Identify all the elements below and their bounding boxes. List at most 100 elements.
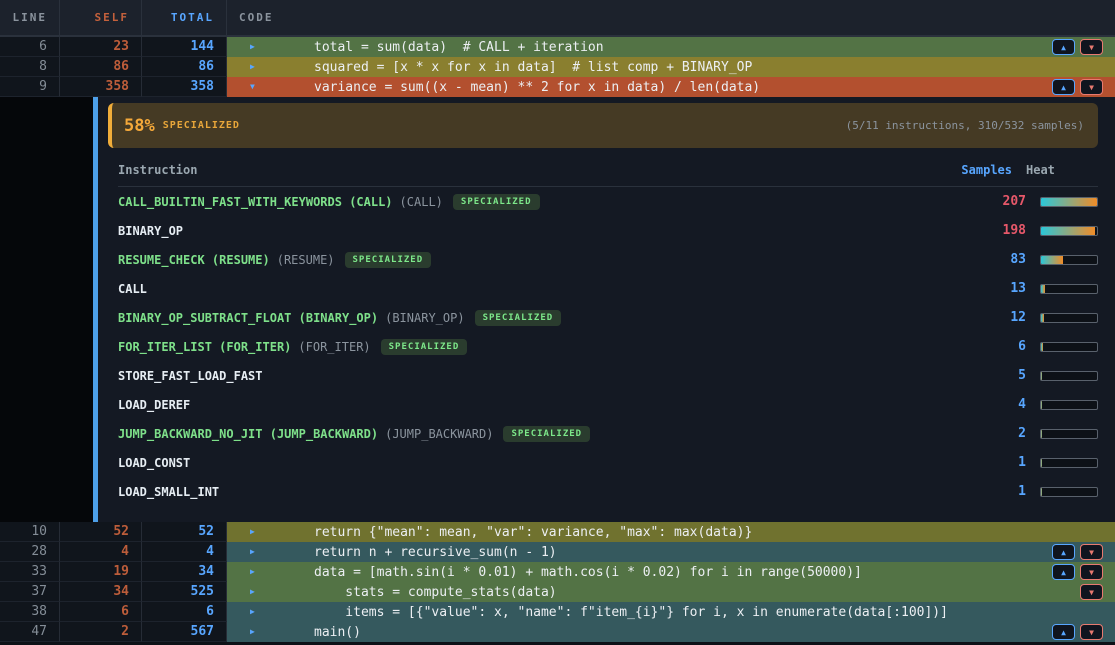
- column-header-line[interactable]: LINE: [0, 0, 60, 35]
- line-number: 6: [0, 37, 60, 57]
- instruction-row: CALL_BUILTIN_FAST_WITH_KEYWORDS (CALL)(C…: [118, 187, 1098, 216]
- jump-down-button[interactable]: ▼: [1080, 624, 1103, 640]
- self-samples: 34: [60, 582, 142, 602]
- line-number: 47: [0, 622, 60, 642]
- column-header-self[interactable]: SELF: [60, 0, 142, 35]
- code-text: total = sum(data) # CALL + iteration: [314, 40, 604, 55]
- code-rows-bottom: 105252▶return {"mean": mean, "var": vari…: [0, 522, 1115, 642]
- instruction-name: CALL: [118, 282, 956, 296]
- instruction-base-ref: (RESUME): [277, 253, 335, 267]
- heat-bar-fill: [1041, 314, 1044, 322]
- code-line-row: 3866▶ items = [{"value": x, "name": f"it…: [0, 602, 1115, 622]
- code-text: variance = sum((x - mean) ** 2 for x in …: [314, 80, 760, 95]
- specialized-percent: 58%: [124, 116, 155, 136]
- heat-bar: [1040, 487, 1098, 497]
- instruction-opname: CALL: [118, 282, 147, 296]
- jump-down-button[interactable]: ▼: [1080, 584, 1103, 600]
- instruction-opname: STORE_FAST_LOAD_FAST: [118, 369, 263, 383]
- total-samples: 525: [142, 582, 227, 602]
- instruction-samples: 2: [956, 426, 1026, 441]
- instruction-name: LOAD_CONST: [118, 456, 956, 470]
- instruction-base-ref: (BINARY_OP): [385, 311, 464, 325]
- instruction-name: FOR_ITER_LIST (FOR_ITER)(FOR_ITER)SPECIA…: [118, 339, 956, 355]
- expand-expander-icon[interactable]: ▶: [250, 57, 262, 77]
- code-cell: ▼ variance = sum((x - mean) ** 2 for x in…: [227, 77, 1115, 97]
- instruction-row: LOAD_SMALL_INT 1: [118, 477, 1098, 506]
- expand-expander-icon[interactable]: ▶: [250, 622, 262, 642]
- instruction-name: LOAD_SMALL_INT: [118, 485, 956, 499]
- row-nav-buttons: ▲▼: [1052, 624, 1103, 640]
- code-text: items = [{"value": x, "name": f"item_{i}…: [314, 605, 948, 620]
- line-number: 10: [0, 522, 60, 542]
- instruction-samples: 5: [956, 368, 1026, 383]
- line-number: 9: [0, 77, 60, 97]
- self-samples: 358: [60, 77, 142, 97]
- expand-expander-icon[interactable]: ▶: [250, 37, 262, 57]
- jump-up-button[interactable]: ▲: [1052, 564, 1075, 580]
- instruction-base-ref: (FOR_ITER): [298, 340, 370, 354]
- instruction-row: BINARY_OP 198: [118, 216, 1098, 245]
- expand-expander-icon[interactable]: ▶: [250, 582, 262, 602]
- code-line-row: 623144▶total = sum(data) # CALL + iterat…: [0, 37, 1115, 57]
- code-cell: ▶return {"mean": mean, "var": variance, …: [227, 522, 1115, 542]
- code-line-row: 88686▶squared = [x * x for x in data] # …: [0, 57, 1115, 77]
- jump-down-button[interactable]: ▼: [1080, 544, 1103, 560]
- row-nav-buttons: ▲▼: [1052, 564, 1103, 580]
- heat-bar: [1040, 400, 1098, 410]
- heat-bar: [1040, 226, 1098, 236]
- heat-bar-fill: [1041, 227, 1095, 235]
- specialized-badge: SPECIALIZED: [503, 426, 590, 442]
- jump-up-button[interactable]: ▲: [1052, 544, 1075, 560]
- code-line-row: 2844▶return n + recursive_sum(n - 1)▲▼: [0, 542, 1115, 562]
- instruction-table-header: Instruction Samples Heat: [118, 153, 1098, 187]
- instruction-name: CALL_BUILTIN_FAST_WITH_KEYWORDS (CALL)(C…: [118, 194, 956, 210]
- heat-bar-fill: [1041, 430, 1042, 438]
- row-nav-buttons: ▲▼: [1052, 544, 1103, 560]
- code-cell: ▶squared = [x * x for x in data] # list …: [227, 57, 1115, 77]
- code-cell: ▶ data = [math.sin(i * 0.01) + math.cos(i…: [227, 562, 1115, 582]
- line-number: 28: [0, 542, 60, 562]
- instruction-samples: 198: [956, 223, 1026, 238]
- code-cell: ▶main()▲▼: [227, 622, 1115, 642]
- instruction-opname: BINARY_OP: [118, 224, 183, 238]
- self-samples: 86: [60, 57, 142, 77]
- expand-expander-icon[interactable]: ▶: [250, 542, 262, 562]
- heat-bar: [1040, 458, 1098, 468]
- column-header-total[interactable]: TOTAL: [142, 0, 227, 35]
- expand-expander-icon[interactable]: ▶: [250, 602, 262, 622]
- specialized-badge: SPECIALIZED: [475, 310, 562, 326]
- instruction-row: CALL13: [118, 274, 1098, 303]
- code-text: stats = compute_stats(data): [314, 585, 557, 600]
- jump-down-button[interactable]: ▼: [1080, 79, 1103, 95]
- header-samples[interactable]: Samples: [942, 163, 1012, 177]
- expand-expander-icon[interactable]: ▶: [250, 562, 262, 582]
- code-line-row: 3734525▶ stats = compute_stats(data)▼: [0, 582, 1115, 602]
- column-header-code: CODE: [227, 0, 1115, 35]
- specialized-badge: SPECIALIZED: [345, 252, 432, 268]
- instruction-name: RESUME_CHECK (RESUME)(RESUME)SPECIALIZED: [118, 252, 956, 268]
- collapse-expander-icon[interactable]: ▼: [250, 77, 262, 97]
- instruction-opname: BINARY_OP_SUBTRACT_FLOAT (BINARY_OP): [118, 311, 378, 325]
- total-samples: 144: [142, 37, 227, 57]
- header-instruction[interactable]: Instruction: [118, 163, 942, 177]
- specialization-counts: (5/11 instructions, 310/532 samples): [846, 119, 1084, 132]
- instruction-samples: 6: [956, 339, 1026, 354]
- instruction-opname: LOAD_SMALL_INT: [118, 485, 219, 499]
- jump-up-button[interactable]: ▲: [1052, 624, 1075, 640]
- instruction-samples: 1: [956, 484, 1026, 499]
- jump-up-button[interactable]: ▲: [1052, 39, 1075, 55]
- heat-bar-fill: [1041, 256, 1063, 264]
- instruction-row: JUMP_BACKWARD_NO_JIT (JUMP_BACKWARD)(JUM…: [118, 419, 1098, 448]
- heat-bar: [1040, 255, 1098, 265]
- code-text: data = [math.sin(i * 0.01) + math.cos(i …: [314, 565, 862, 580]
- line-number: 38: [0, 602, 60, 622]
- code-line-row: 9358358▼variance = sum((x - mean) ** 2 f…: [0, 77, 1115, 97]
- jump-down-button[interactable]: ▼: [1080, 39, 1103, 55]
- expand-expander-icon[interactable]: ▶: [250, 522, 262, 542]
- jump-up-button[interactable]: ▲: [1052, 79, 1075, 95]
- self-samples: 19: [60, 562, 142, 582]
- heat-bar-fill: [1041, 343, 1043, 351]
- jump-down-button[interactable]: ▼: [1080, 564, 1103, 580]
- specialization-summary-box: 58% SPECIALIZED (5/11 instructions, 310/…: [108, 103, 1098, 148]
- expanded-content: 58% SPECIALIZED (5/11 instructions, 310/…: [98, 97, 1115, 522]
